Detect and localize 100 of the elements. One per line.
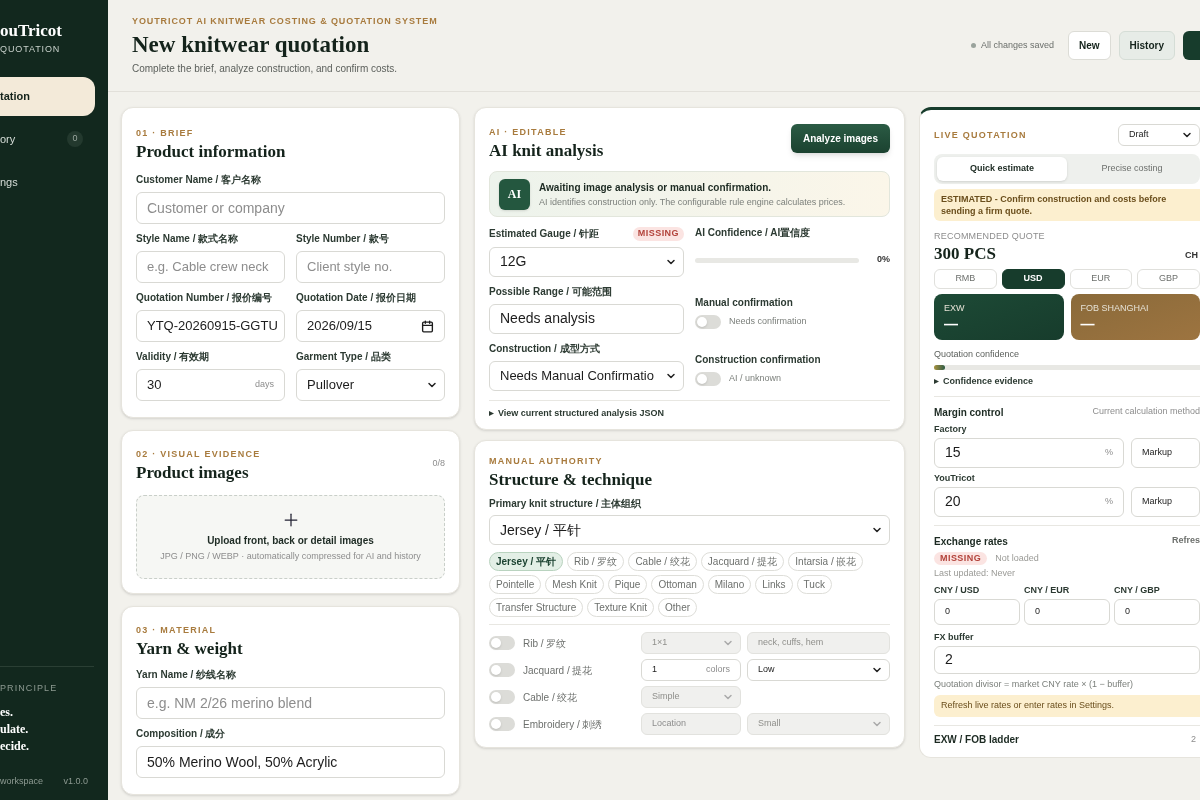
section-eyebrow: MANUAL AUTHORITY (489, 456, 604, 467)
currency-button[interactable]: USD (1001, 268, 1065, 289)
refresh-link[interactable]: Refres (1172, 534, 1200, 548)
input-field[interactable]: 15 % (934, 437, 1124, 468)
technique-label: Rib / 罗纹 (523, 636, 567, 651)
structure-chip[interactable]: Intarsia / 嵌花 (788, 552, 864, 571)
structure-chip[interactable]: Jersey / 平针 (489, 552, 564, 571)
section-eyebrow: 01 · BRIEF (136, 128, 195, 139)
input-field[interactable]: 30 days (136, 369, 285, 401)
side-label: CH (1185, 249, 1199, 262)
toggle-label: AI / unknown (729, 371, 782, 385)
mode-tab[interactable]: Precise costing (1067, 157, 1197, 181)
input-field[interactable]: Needs analysis (489, 303, 684, 334)
technique-label: Cable / 绞花 (523, 690, 578, 705)
rates-status: Not loaded (995, 551, 1039, 565)
toggle-switch[interactable] (695, 314, 721, 329)
structure-chip[interactable]: Other (658, 598, 698, 617)
field-label: Composition / 成分 (136, 728, 227, 740)
currency-button[interactable]: RMB (934, 268, 997, 289)
ladder-note: 2 (1191, 732, 1196, 746)
field-label: Style Name / 款式名称 (136, 233, 240, 245)
dropdown[interactable]: Low (747, 659, 890, 681)
analyze-button[interactable]: Analyze images (790, 124, 890, 153)
mode-tab[interactable]: Quick estimate (937, 157, 1067, 181)
input-field[interactable]: 20 % (934, 486, 1124, 517)
currency-button[interactable]: EUR (1069, 268, 1133, 289)
toggle-switch[interactable] (489, 663, 515, 677)
field-label: Primary knit structure / 主体组织 (489, 498, 643, 510)
field-label: CNY / USD (934, 583, 981, 596)
missing-badge: MISSING (632, 227, 684, 241)
dropdown[interactable]: Needs Manual Confirmatio (489, 360, 684, 391)
structure-chip[interactable]: Jacquard / 提花 (700, 552, 785, 571)
app-eyebrow: YOUTRICOT AI KNITWEAR COSTING & QUOTATION SYSTEM (132, 15, 438, 29)
disclosure-triangle-icon (489, 410, 494, 416)
header-button[interactable]: New (1068, 31, 1111, 60)
field-label: Customer Name / 客户名称 (136, 174, 263, 186)
upload-dropzone[interactable]: Upload front, back or detail images JPG / PNG / WEBP · automatically compressed for AI and history (136, 495, 445, 579)
image-count: 0/8 (432, 457, 445, 470)
field-label: Style Number / 款号 (296, 233, 390, 245)
currency-button[interactable]: GBP (1137, 268, 1200, 289)
dropdown[interactable]: Pullover (296, 369, 445, 401)
input-field[interactable]: 0 (934, 598, 1020, 625)
input-field[interactable]: YTQ-20260915-GGTU (136, 310, 285, 342)
structure-chip[interactable]: Pointelle (489, 575, 542, 594)
primary-button[interactable] (1183, 31, 1200, 60)
section-title: Product images (136, 463, 250, 483)
json-disclosure[interactable]: View current structured analysis JSON (489, 406, 664, 420)
field-label: Yarn Name / 纱线名称 (136, 669, 238, 681)
upload-hint: JPG / PNG / WEBP · automatically compressed for AI and history (160, 550, 421, 564)
field-label: Estimated Gauge / 针距 (489, 227, 600, 240)
section-eyebrow: LIVE QUOTATION (934, 129, 1027, 141)
field-label: Construction / 成型方式 (489, 342, 601, 355)
structure-chip[interactable]: Milano (707, 575, 752, 594)
input-field[interactable]: 1 colors (641, 659, 741, 681)
toggle-switch[interactable] (489, 717, 515, 731)
structure-chip[interactable]: Texture Knit (587, 598, 655, 617)
section-title: Product information (136, 142, 287, 162)
input-field[interactable]: 0 (1024, 598, 1110, 625)
field-label: CNY / EUR (1024, 583, 1071, 596)
workspace-label: workspace (0, 774, 44, 788)
margin-note: Current calculation method (1092, 405, 1200, 419)
technique-label: Embroidery / 刺绣 (523, 717, 603, 732)
principle-line: ulate. (0, 720, 30, 738)
dropdown[interactable]: Draft (1118, 124, 1200, 146)
rates-warning: Refresh live rates or enter rates in Settings. (934, 695, 1200, 717)
field-label: FX buffer (934, 630, 975, 643)
dropdown[interactable]: Jersey / 平针 (489, 515, 890, 545)
structure-chip[interactable]: Ottoman (651, 575, 704, 594)
structure-chip[interactable]: Transfer Structure (489, 598, 584, 617)
input-field[interactable]: 50% Merino Wool, 50% Acrylic (136, 746, 445, 778)
upload-title: Upload front, back or detail images (207, 534, 374, 549)
toggle-switch[interactable] (489, 636, 515, 650)
toggle-switch[interactable] (695, 371, 721, 386)
dropdown[interactable]: 12G (489, 246, 684, 277)
recommended-label: RECOMMENDED QUOTE (934, 230, 1046, 243)
structure-chip[interactable]: Pique (607, 575, 648, 594)
toggle-switch[interactable] (489, 690, 515, 704)
structure-chip[interactable]: Cable / 绞花 (628, 552, 697, 571)
evidence-disclosure[interactable]: Confidence evidence (934, 375, 1034, 389)
technique-label: Jacquard / 提花 (523, 663, 593, 678)
structure-chip[interactable]: Rib / 罗纹 (567, 552, 625, 571)
toggle-label: Needs confirmation (729, 314, 807, 328)
nav-item[interactable]: ory 0 (0, 119, 95, 159)
structure-chip[interactable]: Links (755, 575, 793, 594)
date-field[interactable]: 2026/09/15 (296, 310, 445, 342)
nav-item[interactable]: ngs (0, 162, 95, 202)
structure-chip[interactable]: Mesh Knit (545, 575, 604, 594)
estimate-notice: ESTIMATED - Confirm construction and costs before sending a firm quote. (934, 189, 1200, 221)
section-eyebrow: 02 · VISUAL EVIDENCE (136, 449, 261, 460)
input-field[interactable]: 2 (934, 645, 1200, 674)
input-field[interactable]: 0 (1114, 598, 1200, 625)
disclosure-triangle-icon (934, 379, 939, 385)
calendar-icon (421, 319, 434, 333)
input-field[interactable]: Markup (1131, 437, 1200, 468)
header-button[interactable]: History (1118, 31, 1175, 60)
price-value: — (944, 315, 959, 333)
structure-chip[interactable]: Tuck (796, 575, 832, 594)
input-field[interactable]: Markup (1131, 486, 1200, 517)
nav-item[interactable]: tation (0, 76, 95, 116)
input-field[interactable]: Client style no. (296, 251, 445, 283)
